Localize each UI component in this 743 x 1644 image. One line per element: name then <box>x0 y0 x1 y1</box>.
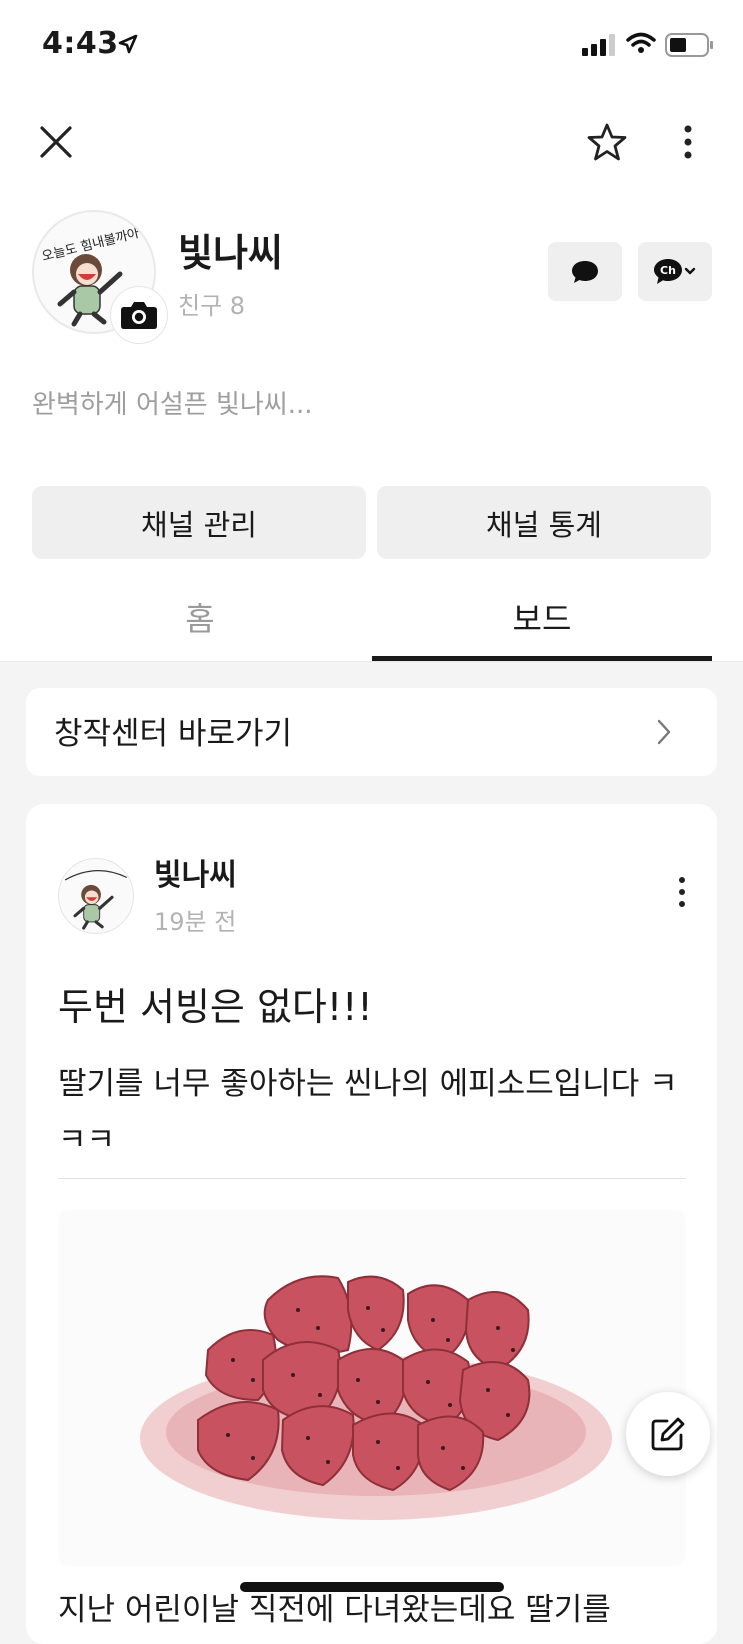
status-time: 4:43 <box>42 26 119 61</box>
close-icon[interactable] <box>36 122 76 162</box>
character-illustration <box>64 870 128 930</box>
post-more-icon[interactable] <box>676 876 688 908</box>
camera-button[interactable] <box>110 286 168 344</box>
status-message: 완벽하게 어설픈 빛나씨... <box>32 390 313 420</box>
write-post-button[interactable] <box>626 1392 710 1476</box>
chat-button[interactable] <box>548 242 622 301</box>
home-indicator <box>240 1582 504 1592</box>
post-card: 빛나씨 19분 전 두번 서빙은 없다!!! 딸기를 너무 좋아하는 씬나의 에… <box>26 804 717 1644</box>
chat-bubble-icon <box>572 260 598 283</box>
friend-count[interactable]: 친구 8 <box>178 286 245 321</box>
channel-button-label: Ch <box>660 264 676 277</box>
profile-name: 빛나씨 <box>178 231 283 275</box>
post-author-avatar[interactable] <box>58 858 134 934</box>
tab-home[interactable]: 홈 <box>30 594 370 640</box>
cellular-signal-icon <box>582 34 615 56</box>
post-title: 두번 서빙은 없다!!! <box>58 985 373 1029</box>
wifi-icon <box>626 32 656 53</box>
tab-board[interactable]: 보드 <box>372 594 712 640</box>
channel-dropdown-button[interactable]: Ch <box>638 242 712 301</box>
star-icon[interactable] <box>587 122 627 162</box>
camera-icon <box>121 302 157 329</box>
location-arrow-icon <box>118 34 138 54</box>
edit-icon <box>651 1417 685 1451</box>
post-image[interactable] <box>58 1210 686 1566</box>
chevron-right-icon <box>657 719 671 745</box>
battery-icon <box>665 33 713 57</box>
post-body: 딸기를 너무 좋아하는 씬나의 에피소드입니다 ㅋㅋㅋ <box>58 1066 678 1158</box>
creator-center-label: 창작센터 바로가기 <box>54 716 293 752</box>
channel-chat-icon: Ch <box>654 258 696 284</box>
more-vertical-icon[interactable] <box>676 124 700 164</box>
post-timestamp: 19분 전 <box>154 908 237 936</box>
channel-manage-button[interactable]: 채널 관리 <box>32 486 366 559</box>
post-author[interactable]: 빛나씨 <box>154 850 237 894</box>
tab-divider <box>0 661 743 662</box>
post-divider <box>58 1178 686 1179</box>
creator-center-link[interactable]: 창작센터 바로가기 <box>26 688 717 776</box>
channel-stats-button[interactable]: 채널 통계 <box>377 486 711 559</box>
profile-header: 4:43 오늘도 힘내볼까아~ 빛나씨 친구 8 Ch 완벽하게 어설픈 빛나씨… <box>0 0 743 662</box>
strawberries-illustration <box>140 1275 612 1520</box>
